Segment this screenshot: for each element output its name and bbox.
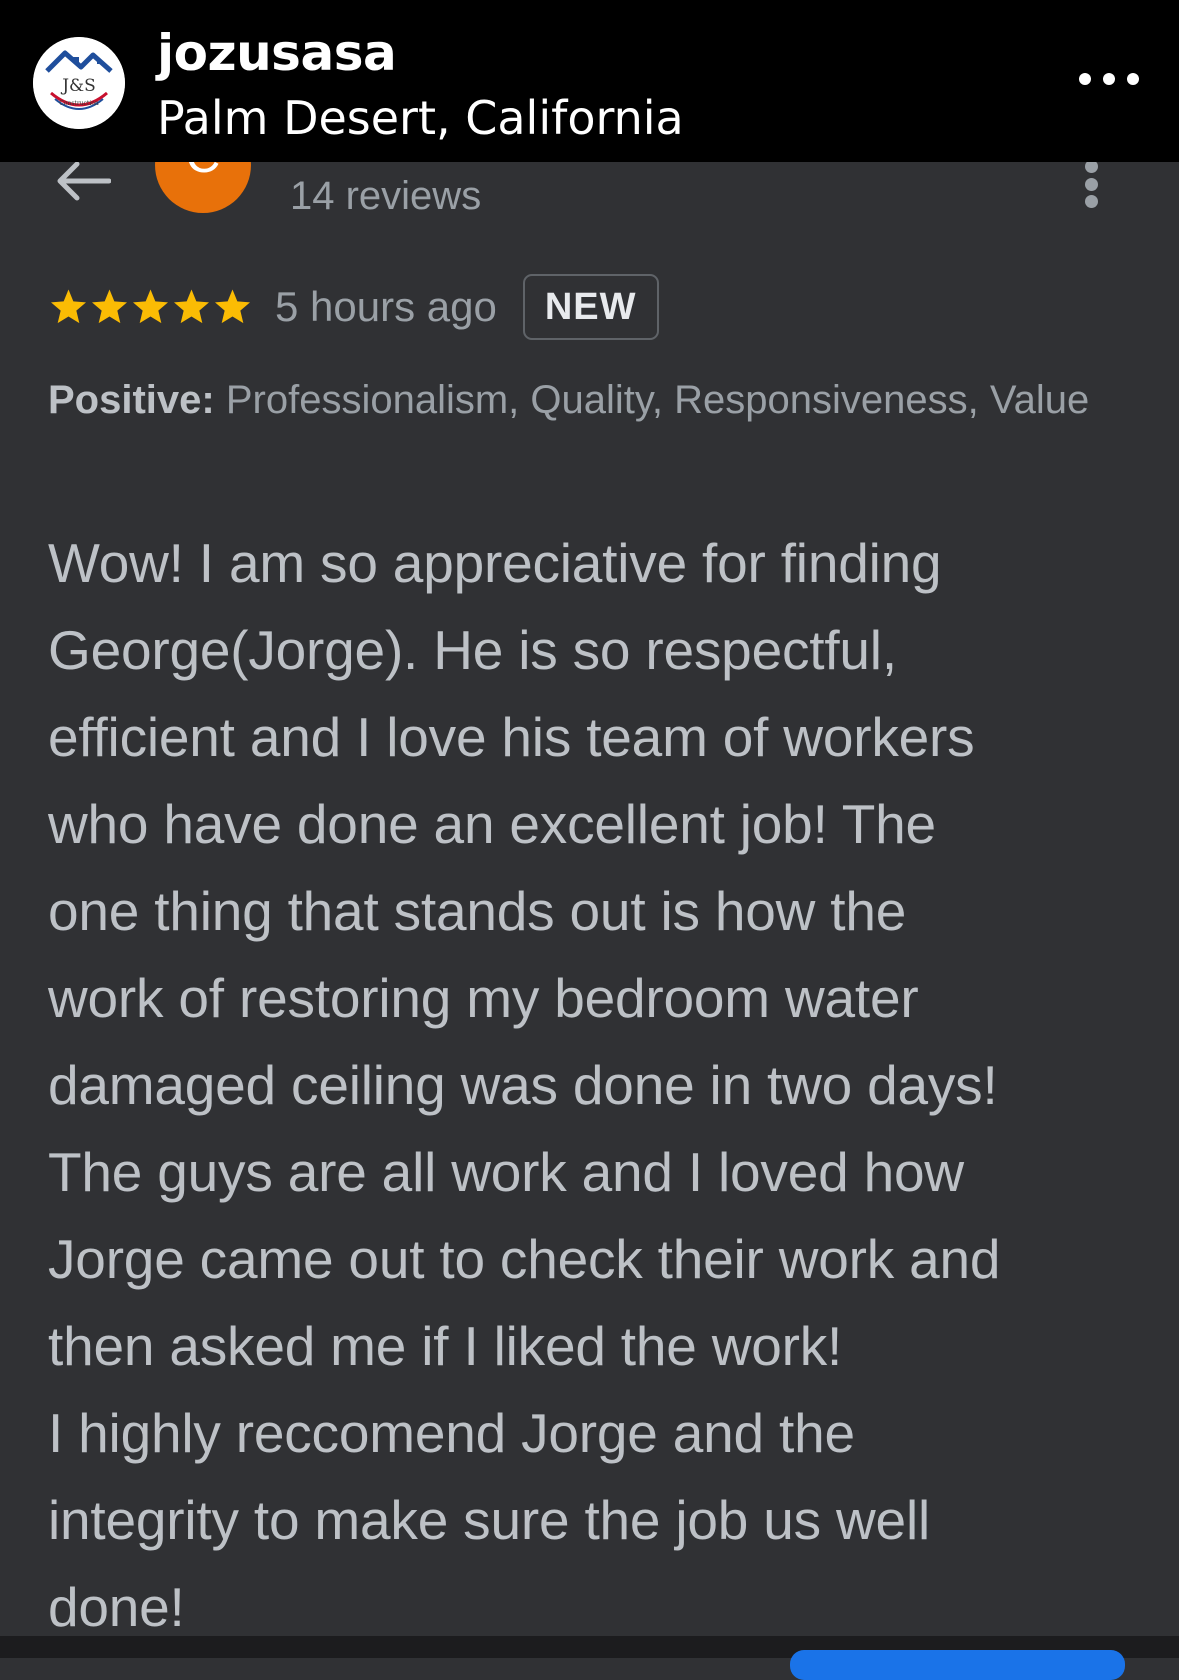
- positive-values: Professionalism, Quality, Responsiveness…: [225, 378, 1090, 422]
- more-horizontal-icon[interactable]: [1079, 64, 1139, 94]
- star-icon: [174, 289, 209, 324]
- logo-subtext: Construction: [59, 100, 99, 107]
- username[interactable]: jozusasa: [157, 24, 397, 82]
- positive-label: Positive:: [48, 378, 215, 422]
- rating-row: 5 hours ago NEW: [48, 272, 659, 342]
- post-header: J&S Construction jozusasa Palm Desert, C…: [0, 0, 1179, 162]
- back-arrow-icon[interactable]: [55, 160, 111, 202]
- star-icon: [133, 289, 168, 324]
- company-logo: J&S Construction: [33, 37, 125, 129]
- positive-attributes: Positive: Professionalism, Quality, Resp…: [48, 372, 1138, 428]
- star-rating: [48, 287, 253, 327]
- new-badge: NEW: [522, 274, 659, 340]
- star-icon: [51, 289, 86, 324]
- review-time: 5 hours ago: [275, 283, 497, 330]
- more-vertical-icon[interactable]: [1085, 160, 1099, 208]
- star-icon: [92, 289, 127, 324]
- profile-avatar[interactable]: J&S Construction: [33, 37, 125, 129]
- review-count: 14 reviews: [290, 174, 482, 218]
- logo-text: J&S: [60, 76, 96, 96]
- star-icon: [215, 289, 250, 324]
- location[interactable]: Palm Desert, California: [157, 90, 684, 146]
- review-text: Wow! I am so appreciative for finding Ge…: [48, 532, 1001, 1638]
- bottom-action-button[interactable]: [790, 1650, 1125, 1680]
